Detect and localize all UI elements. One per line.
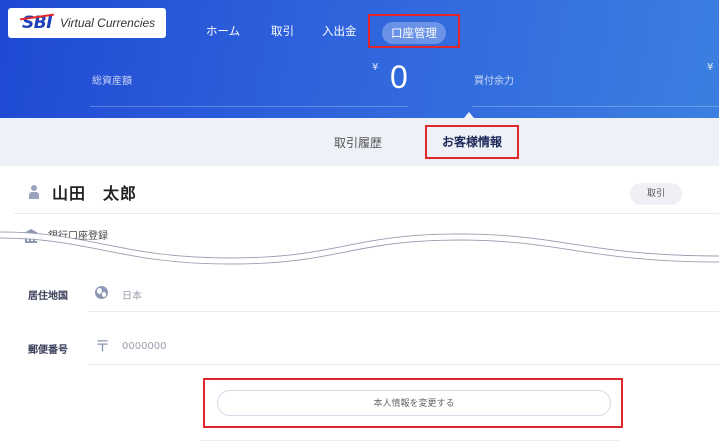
residence-value: 日本 bbox=[122, 291, 142, 302]
customer-name-row: 山田 太郎 bbox=[28, 180, 137, 204]
divider bbox=[14, 213, 719, 214]
logo-mark: SBI bbox=[22, 13, 53, 33]
total-assets-currency: ¥ bbox=[372, 62, 379, 73]
subtab-bar: 取引履歴 お客様情報 bbox=[0, 118, 719, 166]
divider bbox=[88, 311, 719, 312]
logo[interactable]: SBI Virtual Currencies bbox=[8, 8, 166, 38]
customer-name: 山田 太郎 bbox=[52, 184, 138, 203]
total-assets-divider bbox=[90, 106, 408, 107]
divider bbox=[200, 440, 620, 441]
header-bar: SBI Virtual Currencies ホーム 取引 入出金 口座管理 総… bbox=[0, 0, 719, 118]
total-assets-label: 総資産額 bbox=[92, 76, 132, 87]
edit-button-highlight: 本人情報を変更する bbox=[203, 378, 623, 428]
nav-deposit-withdraw[interactable]: 入出金 bbox=[322, 20, 357, 42]
person-icon bbox=[28, 185, 40, 199]
tab-customer-info[interactable]: お客様情報 bbox=[425, 125, 519, 159]
nav-trade[interactable]: 取引 bbox=[271, 20, 294, 42]
globe-icon bbox=[95, 286, 108, 299]
postal-code-label: 郵便番号 bbox=[28, 345, 68, 356]
divider bbox=[88, 364, 719, 365]
tab-trade-history[interactable]: 取引履歴 bbox=[334, 134, 382, 151]
edit-personal-info-button[interactable]: 本人情報を変更する bbox=[217, 390, 611, 416]
trade-button[interactable]: 取引 bbox=[630, 183, 682, 205]
total-assets-value: 0 bbox=[390, 59, 408, 95]
buying-power-divider bbox=[472, 106, 719, 107]
nav-home[interactable]: ホーム bbox=[206, 20, 240, 42]
postal-mark-icon: 〒 bbox=[95, 337, 111, 355]
nav-account-management-label: 口座管理 bbox=[382, 22, 446, 44]
wavy-separator bbox=[0, 231, 719, 265]
nav-account-management[interactable]: 口座管理 bbox=[368, 14, 460, 48]
buying-power-currency: ¥ bbox=[707, 62, 714, 73]
logo-subtitle: Virtual Currencies bbox=[60, 16, 156, 30]
postal-code-value: 0000000 bbox=[122, 341, 167, 352]
buying-power-label: 買付余力 bbox=[474, 76, 514, 87]
residence-label: 居住地国 bbox=[28, 291, 68, 302]
